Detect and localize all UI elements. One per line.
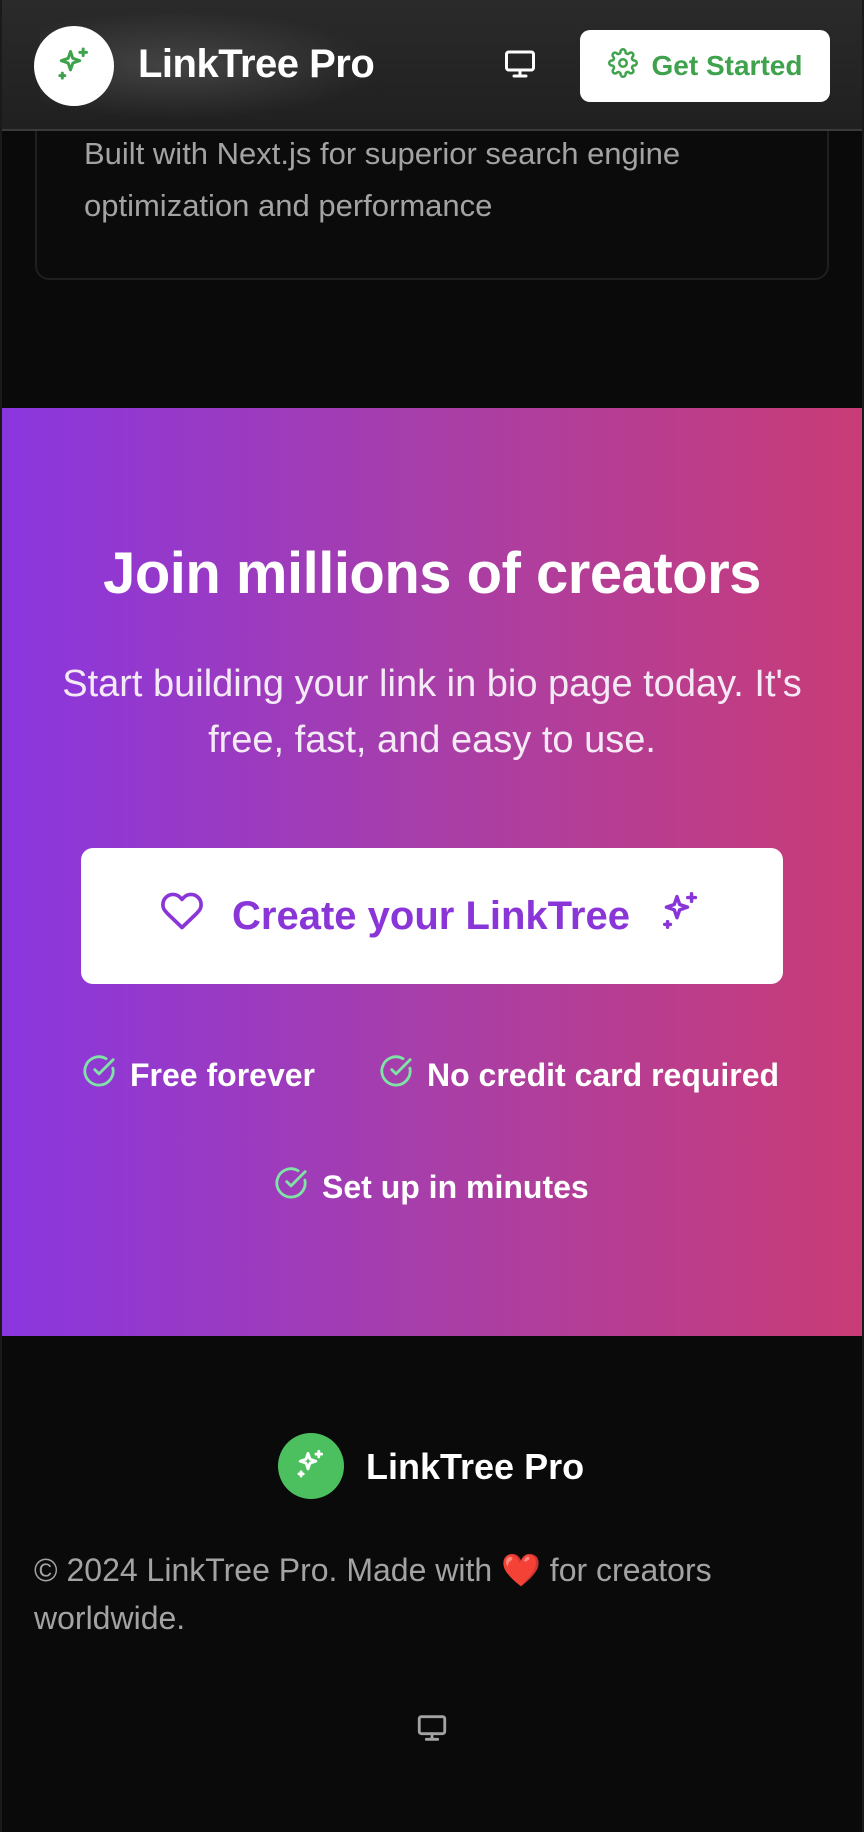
heart-emoji: ❤️ — [501, 1552, 541, 1588]
sparkles-icon — [54, 44, 94, 89]
sparkles-icon — [294, 1447, 328, 1486]
get-started-label: Get Started — [651, 50, 803, 81]
check-label: Set up in minutes — [322, 1168, 589, 1205]
check-circle-icon — [274, 1166, 308, 1208]
create-linktree-label: Create your LinkTree — [232, 893, 630, 938]
footer-theme-toggle-button[interactable] — [412, 1710, 452, 1750]
get-started-button[interactable]: Get Started — [580, 30, 830, 102]
cta-subtitle: Start building your link in bio page tod… — [62, 663, 802, 761]
copyright-text: © 2024 LinkTree Pro. Made with ❤️ for cr… — [34, 1546, 824, 1642]
cta-section: Join millions of creators Start building… — [0, 408, 864, 1336]
footer-logo[interactable] — [278, 1433, 344, 1499]
theme-toggle-button[interactable] — [494, 40, 546, 92]
heart-icon — [160, 889, 204, 943]
footer-brand-name: LinkTree Pro — [366, 1446, 585, 1487]
check-circle-icon — [82, 1054, 116, 1096]
copyright-prefix: © 2024 LinkTree Pro. Made with — [34, 1552, 493, 1588]
check-item-free: Free forever — [82, 1054, 315, 1096]
cta-title: Join millions of creators — [103, 541, 761, 606]
sparkles-icon — [658, 888, 704, 944]
check-label: Free forever — [130, 1056, 315, 1093]
gear-icon — [607, 47, 638, 85]
top-navbar: LinkTree Pro Get Started — [0, 0, 864, 131]
create-linktree-button[interactable]: Create your LinkTree — [81, 848, 783, 984]
check-item-setup: Set up in minutes — [274, 1166, 589, 1208]
brand-logo[interactable] — [34, 26, 114, 106]
feature-description: Built with Next.js for superior search e… — [84, 136, 681, 223]
check-item-no-card: No credit card required — [379, 1054, 779, 1096]
check-label: No credit card required — [427, 1056, 780, 1093]
monitor-icon — [415, 1711, 449, 1750]
monitor-icon — [502, 46, 538, 87]
check-circle-icon — [379, 1054, 413, 1096]
brand-name[interactable]: LinkTree Pro — [138, 42, 375, 87]
